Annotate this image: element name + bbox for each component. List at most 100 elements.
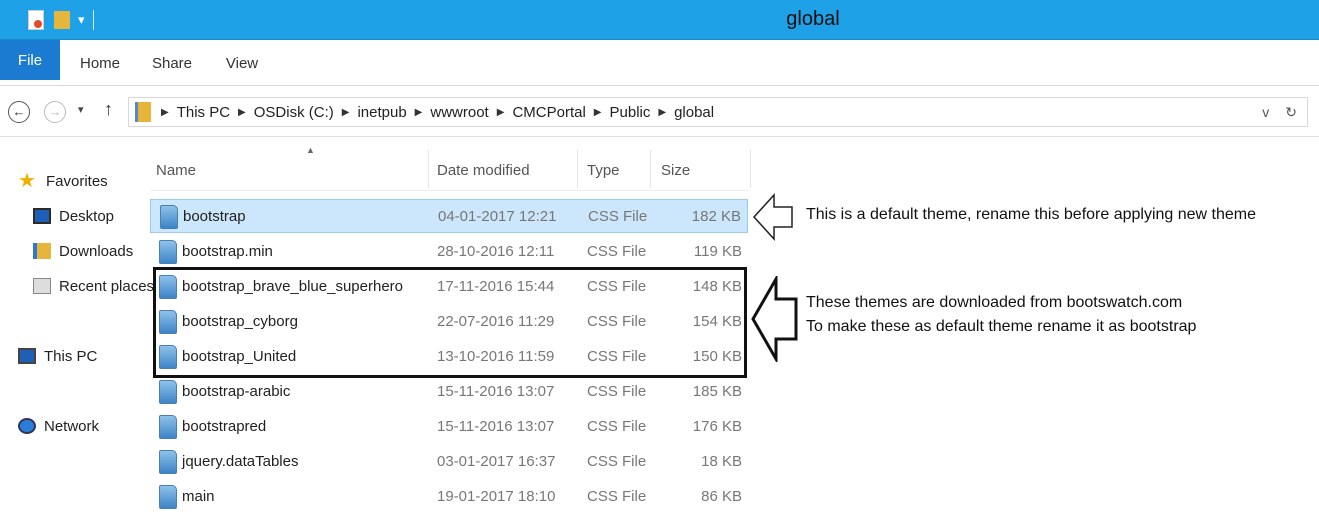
file-date: 19-01-2017 18:10 [437, 488, 556, 505]
file-row[interactable]: bootstrap.min 28-10-2016 12:11 CSS File … [150, 235, 748, 269]
column-header-type[interactable]: Type [587, 150, 647, 190]
file-size: 182 KB [691, 208, 741, 225]
column-divider [650, 150, 651, 188]
file-name: bootstrap.min [182, 243, 273, 260]
crumb-osdisk[interactable]: ▶ OSDisk (C:) [230, 104, 334, 121]
nav-recent-places[interactable]: Recent places [33, 275, 154, 297]
back-button[interactable]: ← [8, 101, 30, 123]
crumb-label: wwwroot [430, 103, 489, 121]
nav-label: Desktop [59, 207, 115, 225]
css-file-icon [160, 205, 178, 229]
file-name: bootstrap-arabic [182, 383, 291, 400]
crumb-public[interactable]: ▶ Public [586, 104, 651, 121]
column-divider [428, 150, 429, 188]
crumb-arrow-icon: ▶ [593, 106, 602, 118]
left-arrow-icon [752, 193, 793, 241]
annotation-default-theme: This is a default theme, rename this bef… [806, 206, 1257, 223]
nav-label: Network [44, 417, 100, 435]
file-type: CSS File [587, 488, 647, 505]
crumb-cmcportal[interactable]: ▶ CMCPortal [489, 104, 586, 121]
navigation-bar: ← → ▾ ↑ ▶ This PC ▶ OSDisk (C:) ▶ inetpub ▶… [0, 87, 1319, 137]
crumb-label: This PC [176, 103, 231, 121]
star-icon: ★ [18, 170, 36, 192]
title-bar: ▾ global [0, 0, 1319, 40]
file-date: 28-10-2016 12:11 [437, 243, 555, 260]
css-file-icon [159, 450, 177, 474]
toolbar-divider [92, 10, 94, 30]
crumb-label: CMCPortal [512, 103, 586, 121]
crumb-arrow-icon: ▶ [341, 106, 350, 118]
file-size: 119 KB [693, 243, 742, 260]
css-file-icon [159, 380, 177, 404]
ribbon: File Home Share View [0, 40, 1319, 86]
file-size: 176 KB [692, 418, 742, 435]
address-dropdown-icon[interactable]: v [1262, 104, 1269, 121]
file-date: 15-11-2016 13:07 [437, 418, 555, 435]
file-type: CSS File [587, 453, 647, 470]
file-row[interactable]: main 19-01-2017 18:10 CSS File 86 KB [150, 480, 748, 514]
nav-network[interactable]: Network [18, 415, 99, 437]
tab-share[interactable]: Share [143, 40, 201, 86]
properties-icon[interactable] [28, 10, 44, 30]
crumb-arrow-icon: ▶ [414, 106, 423, 118]
file-name: bootstrap [183, 208, 246, 225]
crumb-inetpub[interactable]: ▶ inetpub [334, 104, 407, 121]
tab-home[interactable]: Home [70, 40, 130, 86]
column-divider [577, 150, 578, 188]
file-date: 04-01-2017 12:21 [438, 208, 557, 225]
downloads-icon [33, 243, 51, 259]
refresh-icon[interactable]: ↻ [1285, 104, 1297, 121]
file-type: CSS File [587, 418, 647, 435]
column-header-date[interactable]: Date modified [437, 150, 577, 190]
new-folder-icon[interactable] [54, 11, 70, 29]
column-header-name[interactable]: Name [156, 150, 426, 190]
file-type: CSS File [587, 383, 647, 400]
file-type: CSS File [588, 208, 648, 225]
nav-desktop[interactable]: Desktop [33, 205, 114, 227]
file-row[interactable]: jquery.dataTables 03-01-2017 16:37 CSS F… [150, 445, 748, 479]
file-type: CSS File [587, 243, 647, 260]
file-size: 185 KB [692, 383, 742, 400]
file-row[interactable]: bootstrap-arabic 15-11-2016 13:07 CSS Fi… [150, 375, 748, 409]
file-size: 18 KB [701, 453, 742, 470]
annotation-line: To make these as default theme rename it… [806, 318, 1197, 335]
left-arrow-icon [751, 276, 798, 362]
window-title: global [786, 8, 840, 30]
tab-view[interactable]: View [213, 40, 271, 86]
file-row[interactable]: bootstrapred 15-11-2016 13:07 CSS File 1… [150, 410, 748, 444]
up-button[interactable]: ↑ [104, 99, 113, 120]
column-header-size[interactable]: Size [661, 150, 741, 190]
file-date: 15-11-2016 13:07 [437, 383, 555, 400]
customize-toolbar-icon[interactable]: ▾ [78, 12, 85, 28]
nav-this-pc[interactable]: This PC [18, 345, 97, 367]
forward-button[interactable]: → [44, 101, 66, 123]
crumb-arrow-icon: ▶ [238, 106, 246, 118]
navigation-pane: ★ Favorites Desktop Downloads Recent pla… [0, 150, 154, 529]
annotation-downloaded-themes: These themes are downloaded from bootswa… [806, 292, 1196, 338]
crumb-label: global [674, 103, 715, 121]
annotation-highlight-box [153, 267, 747, 378]
crumb-wwwroot[interactable]: ▶ wwwroot [407, 104, 489, 121]
file-row[interactable]: bootstrap 04-01-2017 12:21 CSS File 182 … [150, 199, 748, 233]
nav-favorites[interactable]: ★ Favorites [18, 170, 108, 192]
folder-icon [135, 102, 151, 122]
computer-icon [18, 348, 36, 364]
tab-file[interactable]: File [0, 40, 60, 80]
crumb-global[interactable]: ▶ global [650, 104, 714, 121]
file-date: 03-01-2017 16:37 [437, 453, 556, 470]
header-separator [150, 190, 750, 191]
crumb-arrow-icon: ▶ [161, 106, 169, 118]
recent-locations-icon[interactable]: ▾ [78, 103, 84, 116]
nav-label: Recent places [59, 277, 155, 295]
address-bar[interactable]: ▶ This PC ▶ OSDisk (C:) ▶ inetpub ▶ wwwroot … [128, 97, 1308, 127]
nav-downloads[interactable]: Downloads [33, 240, 133, 262]
column-divider [750, 150, 751, 188]
nav-label: Downloads [59, 242, 134, 260]
crumb-arrow-icon: ▶ [496, 106, 505, 118]
file-size: 86 KB [701, 488, 742, 505]
file-name: jquery.dataTables [182, 453, 299, 470]
crumb-label: OSDisk (C:) [253, 103, 334, 121]
nav-label: This PC [44, 347, 98, 365]
annotation-line: These themes are downloaded from bootswa… [806, 294, 1183, 311]
crumb-this-pc[interactable]: ▶ This PC [159, 104, 230, 121]
